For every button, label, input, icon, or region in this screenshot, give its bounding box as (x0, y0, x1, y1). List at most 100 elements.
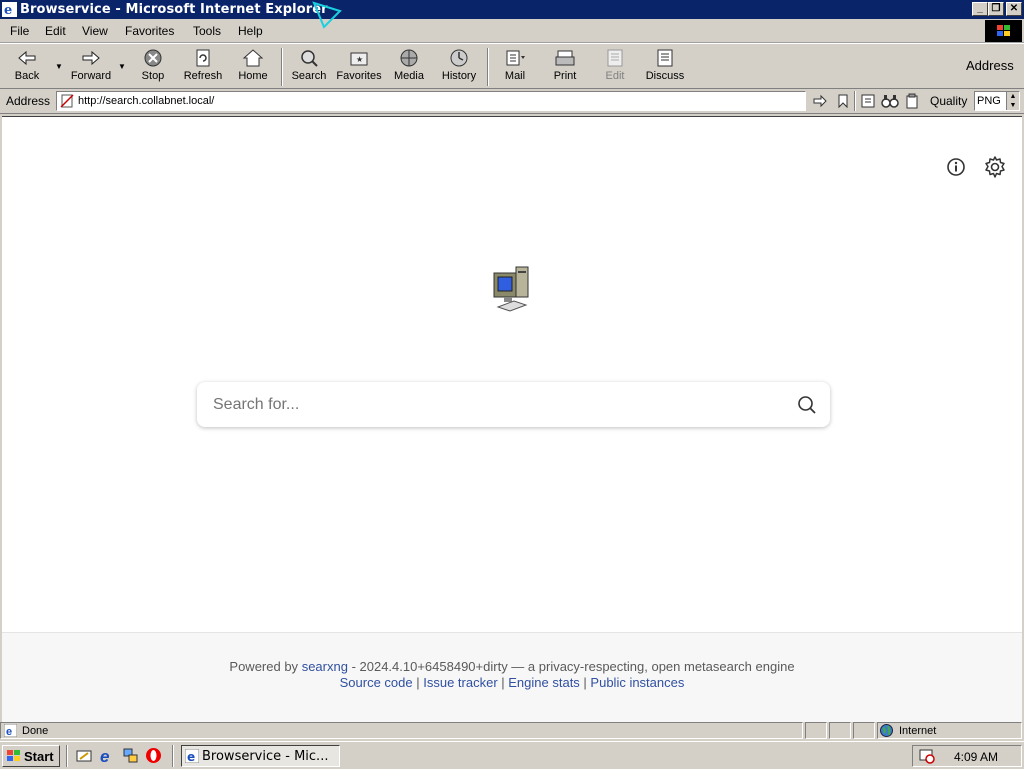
footer: Powered by searxng - 2024.4.10+6458490+d… (2, 632, 1022, 722)
spinner-icon[interactable]: ▲ ▼ (1006, 92, 1019, 110)
media-label: Media (394, 70, 424, 82)
search-box[interactable] (197, 382, 830, 427)
quality-label: Quality (930, 94, 968, 108)
favorites-icon: ★ (350, 52, 368, 66)
stop-label: Stop (141, 70, 165, 82)
find-page-icon[interactable] (860, 93, 876, 109)
quality-select[interactable]: PNG ▲ ▼ (974, 91, 1020, 111)
windows-logo-icon (985, 20, 1022, 42)
home-button[interactable]: Home (235, 48, 271, 86)
start-button[interactable]: Start (2, 745, 60, 767)
minimize-button[interactable]: _ (972, 2, 988, 16)
back-label: Back (14, 70, 40, 82)
show-desktop-icon[interactable] (76, 748, 92, 764)
clock[interactable]: 4:09 AM (954, 750, 998, 764)
title-bar[interactable]: e Browservice - Microsoft Internet Explo… (0, 0, 1024, 29)
forward-label: Forward (70, 70, 112, 82)
footer-links: Source code | Issue tracker | Engine sta… (339, 675, 685, 690)
engine-stats-link[interactable]: Engine stats (508, 675, 580, 690)
binoculars-icon[interactable] (881, 93, 899, 109)
status-pane: e Done (0, 722, 803, 739)
edit-button[interactable]: Edit (600, 48, 630, 86)
discuss-icon (657, 49, 673, 67)
zone-text: Internet (899, 725, 937, 737)
stop-button[interactable]: Stop (137, 48, 169, 86)
search-button[interactable]: Search (290, 48, 328, 86)
menu-help[interactable]: Help (238, 24, 263, 38)
refresh-label: Refresh (183, 70, 223, 82)
tray-status-icon[interactable] (919, 748, 935, 764)
windows-flag-icon (7, 750, 20, 761)
searxng-link[interactable]: searxng (302, 659, 348, 674)
magnifier-icon[interactable] (797, 395, 817, 415)
version-text: - 2024.4.10+6458490+dirty — a privacy-re… (351, 659, 795, 674)
toolbar: Back ▼ Forward ▼ Stop Refresh Home Searc… (0, 43, 1024, 89)
opera-icon[interactable] (145, 747, 162, 764)
svg-text:e: e (187, 750, 195, 763)
status-text: Done (22, 725, 49, 737)
issue-tracker-link[interactable]: Issue tracker (423, 675, 497, 690)
public-instances-link[interactable]: Public instances (590, 675, 684, 690)
gear-icon[interactable] (983, 155, 1007, 179)
close-button[interactable]: ✕ (1006, 2, 1022, 16)
edit-icon (607, 49, 623, 67)
history-label: History (441, 70, 477, 82)
favorites-button[interactable]: ★ Favorites (335, 48, 383, 86)
history-button[interactable]: History (440, 48, 478, 86)
svg-text:e: e (6, 726, 12, 737)
status-pane-empty (805, 722, 827, 739)
search-input[interactable] (211, 394, 775, 416)
discuss-label: Discuss (645, 70, 685, 82)
powered-by-text: Powered by (229, 659, 299, 674)
address-label: Address (6, 94, 51, 108)
status-bar: e Done Internet (0, 721, 1024, 740)
taskbar-separator (66, 745, 68, 767)
refresh-button[interactable]: Refresh (181, 48, 225, 86)
forward-button[interactable]: Forward (68, 48, 114, 86)
ie-icon: e (2, 2, 17, 17)
source-code-link[interactable]: Source code (340, 675, 413, 690)
info-icon[interactable] (946, 157, 966, 177)
media-icon (400, 49, 418, 67)
ie-page-icon: e (4, 724, 17, 737)
print-label: Print (553, 70, 577, 82)
stop-icon (144, 49, 162, 67)
menu-favorites[interactable]: Favorites (125, 24, 174, 38)
restore-button[interactable]: ❐ (988, 2, 1004, 16)
home-label: Home (238, 70, 268, 82)
back-dropdown-icon[interactable]: ▼ (55, 62, 63, 71)
menu-tools[interactable]: Tools (193, 24, 221, 38)
discuss-button[interactable]: Discuss (644, 48, 686, 86)
go-arrow-icon[interactable] (812, 93, 828, 109)
mail-button[interactable]: Mail (498, 48, 532, 86)
refresh-icon (196, 49, 210, 67)
quality-value: PNG (977, 95, 1001, 107)
system-tray: 4:09 AM (912, 745, 1022, 767)
bookmark-icon[interactable] (836, 93, 850, 109)
mail-icon (506, 50, 525, 66)
ie-quicklaunch-icon[interactable]: e (99, 747, 116, 764)
toolbar-address-label[interactable]: Address (966, 58, 1014, 73)
address-field[interactable]: http://search.collabnet.local/ (56, 91, 806, 111)
network-icon[interactable] (122, 747, 139, 764)
page-icon (60, 94, 74, 108)
address-bar: Address http://search.collabnet.local/ Q… (0, 89, 1024, 114)
print-button[interactable]: Print (548, 48, 582, 86)
zone-pane: Internet (877, 722, 1022, 739)
task-browservice[interactable]: e Browservice - Mic... (181, 745, 340, 767)
url-text[interactable]: http://search.collabnet.local/ (78, 95, 214, 107)
history-icon (450, 49, 468, 67)
menu-bar: File Edit View Favorites Tools Help (0, 20, 1024, 43)
menu-file[interactable]: File (10, 24, 29, 38)
forward-dropdown-icon[interactable]: ▼ (118, 62, 126, 71)
globe-icon (880, 724, 893, 737)
menu-edit[interactable]: Edit (45, 24, 66, 38)
toolbar-separator (281, 48, 283, 86)
address-separator (854, 91, 856, 111)
menu-view[interactable]: View (82, 24, 108, 38)
media-button[interactable]: Media (391, 48, 427, 86)
window-title: Browservice - Microsoft Internet Explore… (20, 2, 328, 17)
back-button[interactable]: Back (8, 48, 46, 86)
clipboard-icon[interactable] (904, 93, 920, 109)
mail-label: Mail (504, 70, 526, 82)
